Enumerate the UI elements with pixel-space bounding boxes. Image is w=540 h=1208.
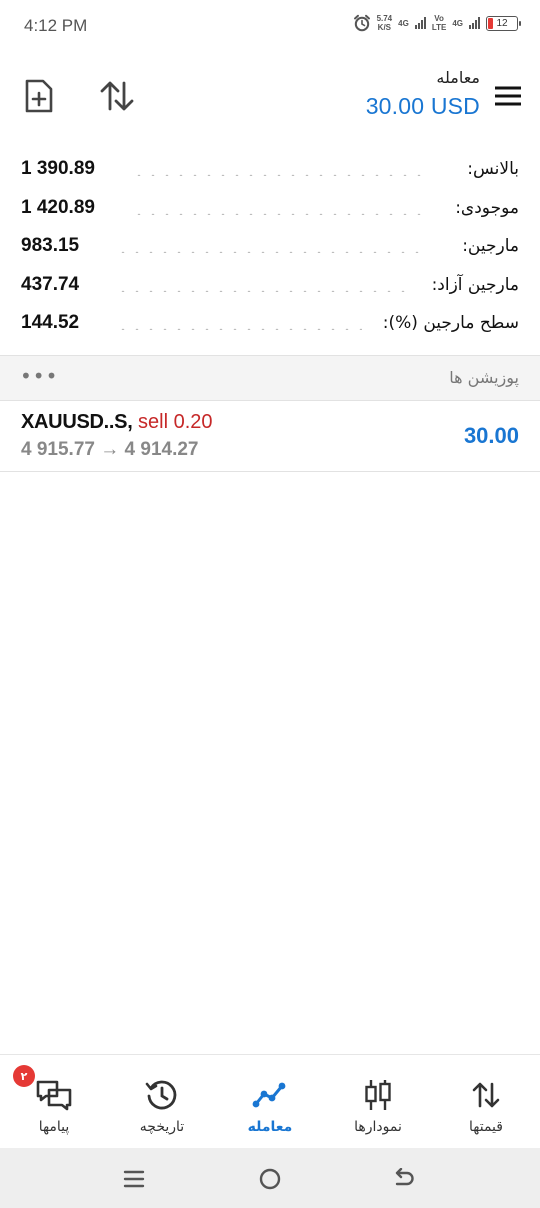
summary-row-margin-level: 144.52 سطح مارجین (%): bbox=[0, 304, 540, 343]
nav-label-charts: نمودارها bbox=[354, 1119, 402, 1135]
position-side: sell 0.20 bbox=[138, 411, 213, 433]
dotted-leader bbox=[132, 212, 428, 215]
network-type-2-label: 4G bbox=[452, 18, 463, 28]
new-order-button[interactable] bbox=[15, 72, 63, 120]
nav-icon-wrap bbox=[363, 1079, 393, 1111]
network-type-2: 4G bbox=[452, 19, 463, 28]
positions-section-header: ••• پوزیشن ها bbox=[0, 355, 540, 401]
sort-arrows-icon bbox=[100, 81, 134, 111]
recent-apps-icon bbox=[123, 1170, 145, 1188]
back-arrow-icon bbox=[395, 1168, 414, 1186]
nav-label-messages: پیامها bbox=[38, 1119, 70, 1135]
candlestick-icon bbox=[365, 1080, 391, 1110]
system-nav-bar bbox=[0, 1148, 540, 1208]
network-type-1-label: 4G bbox=[398, 18, 409, 28]
position-profit: 30.00 bbox=[463, 423, 519, 448]
volte-bottom: LTE bbox=[431, 23, 447, 32]
alarm-icon bbox=[353, 14, 371, 32]
summary-row-equity: 1 420.89 موجودی: bbox=[0, 189, 540, 228]
history-icon bbox=[145, 1080, 177, 1110]
network-speed-unit: K/S bbox=[377, 23, 392, 32]
position-line-1: XAUUSD..S, sell 0.20 bbox=[21, 411, 213, 434]
nav-label-trade: معامله bbox=[247, 1119, 293, 1135]
recent-apps-button[interactable] bbox=[118, 1163, 150, 1195]
margin-level-value: 144.52 bbox=[21, 312, 80, 334]
account-summary: 1 390.89 بالانس: 1 420.89 موجودی: 983.15… bbox=[0, 150, 540, 343]
battery-level-fill bbox=[488, 17, 493, 29]
trade-line-icon bbox=[252, 1082, 286, 1108]
nav-icon-wrap bbox=[252, 1079, 288, 1111]
title-block: معامله 30.00 USD bbox=[366, 68, 480, 120]
network-speed-value: 5.74 bbox=[376, 14, 393, 23]
free-margin-value: 437.74 bbox=[21, 273, 80, 295]
margin-label: مارجین: bbox=[462, 236, 519, 257]
hamburger-icon bbox=[495, 86, 521, 106]
nav-label-history: تاریخچه bbox=[139, 1119, 185, 1135]
unread-badge: ۲ bbox=[13, 1065, 35, 1087]
position-symbol: XAUUSD..S, bbox=[21, 411, 133, 433]
dotted-leader bbox=[132, 174, 428, 176]
equity-value: 1 420.89 bbox=[21, 196, 95, 218]
status-time: 4:12 PM bbox=[24, 16, 88, 35]
margin-value: 983.15 bbox=[21, 235, 80, 257]
volte-indicator: Vo LTE bbox=[432, 14, 447, 32]
dotted-leader bbox=[116, 251, 428, 253]
status-bar: 4:12 PM 5.74 K/S 4G Vo LTE 4G 12 bbox=[0, 0, 540, 54]
nav-icon-wrap: ۲ bbox=[13, 1065, 73, 1111]
chat-bubbles-icon bbox=[36, 1080, 72, 1111]
summary-row-free-margin: 437.74 مارجین آزاد: bbox=[0, 266, 540, 305]
battery-icon: 12 bbox=[486, 15, 521, 31]
position-row[interactable]: XAUUSD..S, sell 0.20 4 915.77 → 4 914.27… bbox=[0, 401, 540, 472]
nav-item-quotes[interactable]: قیمتها bbox=[432, 1055, 540, 1149]
nav-label-quotes: قیمتها bbox=[469, 1119, 503, 1135]
back-button[interactable] bbox=[388, 1163, 420, 1195]
app-header: معامله 30.00 USD bbox=[0, 60, 540, 140]
file-plus-icon bbox=[25, 79, 53, 113]
free-margin-label: مارجین آزاد: bbox=[431, 274, 519, 295]
positions-title: پوزیشن ها bbox=[449, 368, 519, 387]
signal-bars-2-icon bbox=[469, 17, 480, 29]
nav-item-messages[interactable]: ۲ پیامها bbox=[0, 1055, 108, 1149]
summary-row-balance: 1 390.89 بالانس: bbox=[0, 150, 540, 189]
position-current-price: 4 914.27 bbox=[124, 439, 199, 460]
dotted-leader bbox=[116, 328, 362, 330]
menu-button[interactable] bbox=[484, 72, 532, 120]
header-balance: 30.00 USD bbox=[365, 93, 480, 119]
balance-label: بالانس: bbox=[467, 159, 519, 180]
nav-item-charts[interactable]: نمودارها bbox=[324, 1055, 432, 1149]
battery-percent: 12 bbox=[496, 17, 508, 29]
price-arrow: → bbox=[100, 439, 120, 460]
home-circle-icon bbox=[259, 1168, 281, 1190]
nav-item-history[interactable]: تاریخچه bbox=[108, 1055, 216, 1149]
volte-top: Vo bbox=[434, 14, 444, 23]
nav-item-trade[interactable]: معامله bbox=[216, 1055, 324, 1149]
nav-icon-wrap bbox=[145, 1079, 179, 1111]
home-button[interactable] bbox=[254, 1163, 286, 1195]
position-open-price: 4 915.77 bbox=[21, 439, 95, 460]
nav-icon-wrap bbox=[471, 1079, 501, 1111]
dotted-leader bbox=[116, 289, 410, 292]
network-type-1: 4G bbox=[398, 19, 409, 28]
signal-bars-1-icon bbox=[414, 17, 426, 29]
more-options-icon[interactable]: ••• bbox=[20, 364, 58, 388]
position-line-2: 4 915.77 → 4 914.27 bbox=[21, 439, 199, 461]
page-title: معامله bbox=[436, 68, 480, 87]
quotes-arrows-icon bbox=[472, 1082, 500, 1108]
sort-button[interactable] bbox=[93, 72, 141, 120]
network-speed: 5.74 K/S bbox=[377, 14, 393, 32]
bottom-nav: ۲ پیامها تاریخچه معامله نمودارها قیمتها bbox=[0, 1054, 540, 1148]
status-icons: 5.74 K/S 4G Vo LTE 4G 12 bbox=[353, 14, 521, 32]
margin-level-label: سطح مارجین (%): bbox=[382, 313, 519, 334]
equity-label: موجودی: bbox=[455, 197, 519, 218]
summary-row-margin: 983.15 مارجین: bbox=[0, 227, 540, 266]
balance-value: 1 390.89 bbox=[21, 158, 95, 180]
